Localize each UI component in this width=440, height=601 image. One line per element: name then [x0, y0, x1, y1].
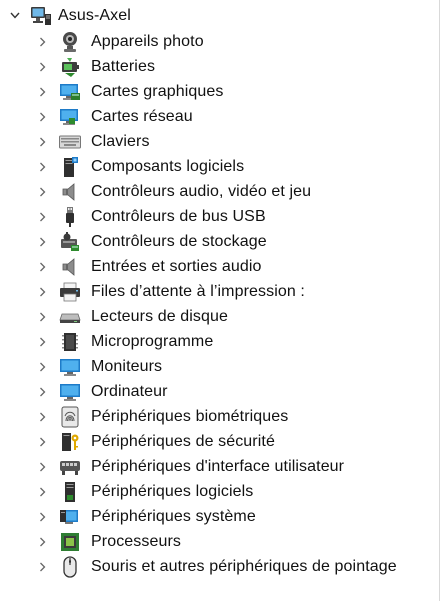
tree-item-entrees-sorties-audio[interactable]: Entrées et sorties audio — [33, 254, 262, 279]
chevron-right-icon[interactable] — [33, 379, 51, 404]
tree-item-controleurs-audio[interactable]: Contrôleurs audio, vidéo et jeu — [33, 179, 311, 204]
tree-item-moniteurs[interactable]: Moniteurs — [33, 354, 162, 379]
tree-item-label: Ordinateur — [91, 382, 168, 400]
chevron-right-icon[interactable] — [33, 254, 51, 279]
computer-icon — [59, 381, 81, 403]
tree-item-label: Entrées et sorties audio — [91, 257, 262, 275]
chevron-right-icon[interactable] — [33, 79, 51, 104]
tree-item-label: Lecteurs de disque — [91, 307, 229, 325]
fingerprint-icon — [59, 406, 81, 428]
speaker-icon — [59, 181, 81, 203]
chevron-right-icon[interactable] — [33, 204, 51, 229]
tree-item-label: Périphériques biométriques — [91, 407, 289, 425]
security-key-icon — [59, 431, 81, 453]
chevron-right-icon[interactable] — [33, 329, 51, 354]
tree-item-label: Souris et autres périphériques de pointa… — [91, 557, 397, 575]
tree-item-label: Périphériques d'interface utilisateur — [91, 457, 345, 475]
tree-item-souris[interactable]: Souris et autres périphériques de pointa… — [33, 554, 397, 579]
tree-item-cartes-graphiques[interactable]: Cartes graphiques — [33, 79, 223, 104]
chevron-right-icon[interactable] — [33, 179, 51, 204]
tree-item-label: Périphériques de sécurité — [91, 432, 275, 450]
chevron-right-icon[interactable] — [33, 104, 51, 129]
chevron-right-icon[interactable] — [33, 129, 51, 154]
processor-icon — [59, 531, 81, 553]
tree-root-node[interactable]: Asus-Axel — [6, 3, 131, 28]
tree-item-peripheriques-logiciels[interactable]: Périphériques logiciels — [33, 479, 253, 504]
tree-item-label: Périphériques logiciels — [91, 482, 254, 500]
chevron-right-icon[interactable] — [33, 54, 51, 79]
usb-icon — [59, 206, 81, 228]
chevron-right-icon[interactable] — [33, 504, 51, 529]
tree-item-composants-logiciels[interactable]: Composants logiciels — [33, 154, 244, 179]
tree-item-label: Claviers — [91, 132, 150, 150]
chevron-right-icon[interactable] — [33, 154, 51, 179]
tree-item-processeurs[interactable]: Processeurs — [33, 529, 181, 554]
tree-item-label: Batteries — [91, 57, 156, 75]
chevron-right-icon[interactable] — [33, 554, 51, 579]
tree-item-label: Contrôleurs audio, vidéo et jeu — [91, 182, 312, 200]
tree-item-label: Cartes graphiques — [91, 82, 224, 100]
tree-item-biometriques[interactable]: Périphériques biométriques — [33, 404, 288, 429]
chevron-right-icon[interactable] — [33, 304, 51, 329]
network-adapter-icon — [59, 106, 81, 128]
tree-item-peripheriques-systeme[interactable]: Périphériques système — [33, 504, 256, 529]
keyboard-icon — [59, 131, 81, 153]
mouse-icon — [59, 555, 81, 578]
tree-item-controleurs-usb[interactable]: Contrôleurs de bus USB — [33, 204, 266, 229]
tree-item-claviers[interactable]: Claviers — [33, 129, 150, 154]
tree-item-microprogramme[interactable]: Microprogramme — [33, 329, 213, 354]
chevron-down-icon[interactable] — [6, 3, 24, 28]
tree-item-label: Processeurs — [91, 532, 182, 550]
monitor-icon — [59, 356, 81, 378]
tree-root-label: Asus-Axel — [58, 6, 131, 24]
disk-drive-icon — [59, 306, 81, 328]
speaker-icon — [59, 256, 81, 278]
tree-item-label: Contrôleurs de bus USB — [91, 207, 266, 225]
tree-item-lecteurs-disque[interactable]: Lecteurs de disque — [33, 304, 228, 329]
tree-item-label: Cartes réseau — [91, 107, 193, 125]
tree-item-batteries[interactable]: Batteries — [33, 54, 155, 79]
camera-icon — [59, 31, 81, 53]
chevron-right-icon[interactable] — [33, 454, 51, 479]
hid-icon — [59, 456, 81, 478]
chevron-right-icon[interactable] — [33, 354, 51, 379]
tree-item-interface-utilisateur[interactable]: Périphériques d'interface utilisateur — [33, 454, 344, 479]
device-tree: Asus-Axel Appareils photo Batteries Cart… — [0, 0, 440, 601]
software-component-icon — [59, 156, 81, 178]
chevron-right-icon[interactable] — [33, 279, 51, 304]
computer-network-icon — [30, 5, 52, 27]
tree-item-label: Composants logiciels — [91, 157, 245, 175]
tree-item-appareils-photo[interactable]: Appareils photo — [33, 29, 204, 54]
tree-item-ordinateur[interactable]: Ordinateur — [33, 379, 168, 404]
chevron-right-icon[interactable] — [33, 529, 51, 554]
tree-item-cartes-reseau[interactable]: Cartes réseau — [33, 104, 193, 129]
tree-item-files-impression[interactable]: Files d’attente à l’impression : — [33, 279, 305, 304]
software-device-icon — [59, 481, 81, 503]
firmware-chip-icon — [59, 331, 81, 353]
chevron-right-icon[interactable] — [33, 29, 51, 54]
tree-item-label: Microprogramme — [91, 332, 214, 350]
tree-item-securite[interactable]: Périphériques de sécurité — [33, 429, 275, 454]
display-adapter-icon — [59, 81, 81, 103]
chevron-right-icon[interactable] — [33, 429, 51, 454]
chevron-right-icon[interactable] — [33, 404, 51, 429]
storage-controller-icon — [59, 231, 81, 253]
tree-item-label: Moniteurs — [91, 357, 163, 375]
battery-icon — [59, 56, 81, 78]
chevron-right-icon[interactable] — [33, 229, 51, 254]
tree-item-label: Appareils photo — [91, 32, 204, 50]
chevron-right-icon[interactable] — [33, 479, 51, 504]
tree-item-label: Périphériques système — [91, 507, 256, 525]
tree-item-label: Contrôleurs de stockage — [91, 232, 267, 250]
printer-icon — [59, 281, 81, 303]
tree-item-controleurs-stockage[interactable]: Contrôleurs de stockage — [33, 229, 267, 254]
tree-item-label: Files d’attente à l’impression : — [91, 282, 305, 300]
system-device-icon — [59, 506, 81, 528]
